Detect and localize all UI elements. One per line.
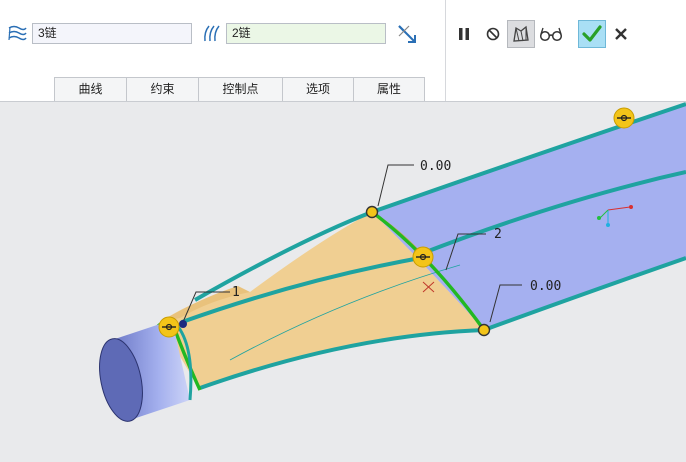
swap-direction-icon — [398, 25, 416, 43]
pause-icon — [459, 28, 469, 40]
vertex-point-bottom[interactable] — [477, 323, 491, 337]
glasses-icon — [539, 27, 563, 42]
pause-button[interactable] — [450, 20, 478, 48]
chain-index-left[interactable]: 1 — [232, 285, 240, 300]
surface-chain-icon — [8, 25, 27, 41]
verify-button[interactable] — [537, 20, 565, 48]
vertex-point-top[interactable] — [365, 205, 379, 219]
cancel-button[interactable] — [607, 20, 635, 48]
geometry-preview-icon — [513, 25, 529, 42]
curve-chain-icon — [204, 25, 220, 42]
drag-handle-left[interactable] — [158, 316, 180, 338]
tab-properties[interactable]: 属性 — [353, 77, 425, 101]
tab-control-points[interactable]: 控制点 — [198, 77, 283, 101]
first-chain-group: 3链 — [6, 20, 192, 46]
no-preview-icon — [486, 27, 500, 41]
drag-handle-top-right[interactable] — [613, 107, 635, 129]
dashboard-tabs: 曲线 约束 控制点 选项 属性 — [54, 77, 425, 101]
graphics-window[interactable]: 0.00 0.00 2 1 — [0, 102, 686, 457]
tab-curves[interactable]: 曲线 — [54, 77, 127, 101]
tab-constraints[interactable]: 约束 — [126, 77, 199, 101]
no-preview-button[interactable] — [479, 20, 507, 48]
toolbar-divider — [445, 0, 446, 101]
tab-options[interactable]: 选项 — [282, 77, 354, 101]
ok-button[interactable] — [578, 20, 606, 48]
tangency-value-top[interactable]: 0.00 — [420, 159, 451, 174]
swap-direction-button[interactable] — [393, 20, 421, 48]
first-chain-field[interactable]: 3链 — [32, 22, 192, 44]
close-icon — [615, 28, 627, 40]
dashboard-toolbar: 3链 2链 曲线 约束 控制点 选项 属性 — [0, 0, 686, 102]
drag-handle-mid[interactable] — [412, 246, 434, 268]
chain-index-mid[interactable]: 2 — [494, 227, 502, 242]
vertex-point-left[interactable] — [179, 320, 187, 328]
checkmark-icon — [582, 25, 602, 42]
second-chain-group: 2链 — [200, 20, 386, 46]
tangency-value-right[interactable]: 0.00 — [530, 279, 561, 294]
second-chain-field[interactable]: 2链 — [226, 22, 386, 44]
model-canvas[interactable]: 0.00 0.00 2 1 — [0, 102, 686, 457]
geometry-preview-button[interactable] — [507, 20, 535, 48]
